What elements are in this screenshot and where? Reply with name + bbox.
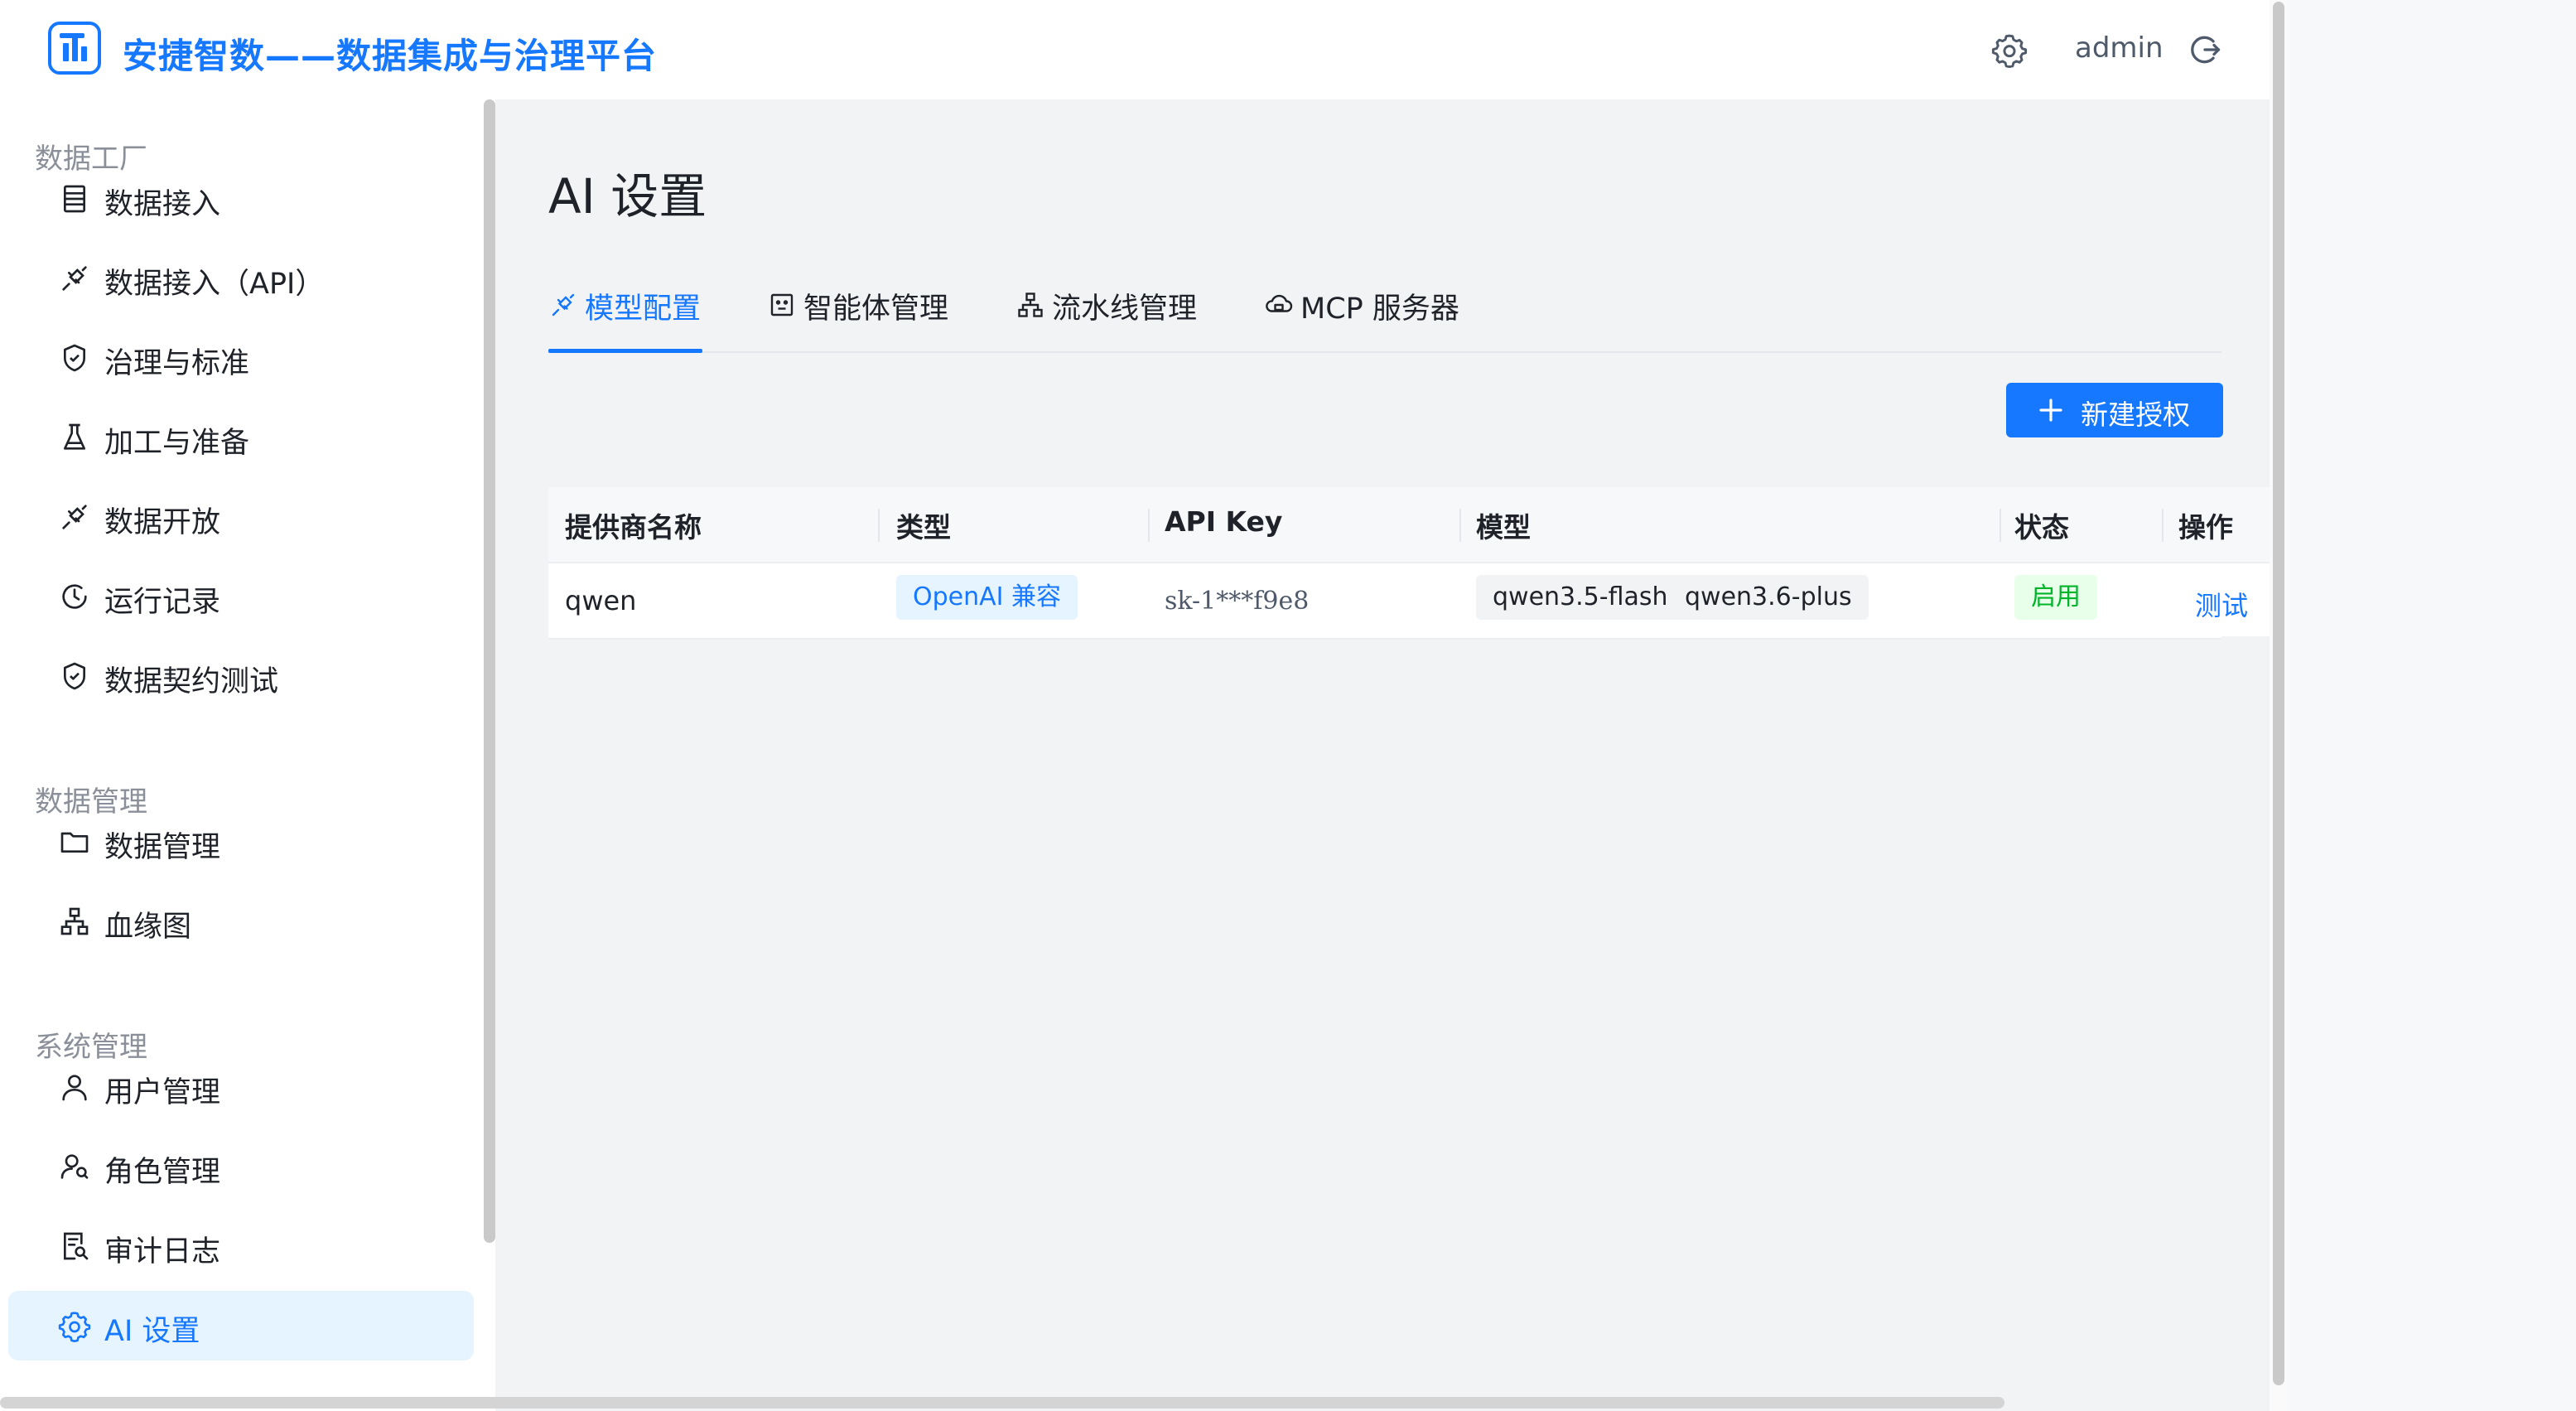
settings-tabs: 模型配置 智能体管理 流水线管理 MCP 服务器 xyxy=(548,282,2221,353)
flask-icon xyxy=(58,421,91,454)
sidebar-item-roles[interactable]: 角色管理 xyxy=(8,1132,474,1201)
api-key-value: sk-1***f9e8 xyxy=(1165,587,1310,616)
sidebar-scrollbar[interactable] xyxy=(484,99,495,1243)
model-tag: qwen3.6-plus xyxy=(1668,575,1869,620)
sidebar-item-run-history[interactable]: 运行记录 xyxy=(8,562,474,631)
robot-icon xyxy=(767,290,797,320)
table-row[interactable]: qwen OpenAI 兼容 sk-1***f9e8 qwen3.5-flash… xyxy=(548,563,2248,640)
column-header-api-key: API Key xyxy=(1165,505,1283,538)
sidebar-item-data-management[interactable]: 数据管理 xyxy=(8,807,474,877)
provider-name: qwen xyxy=(565,585,637,616)
tab-active-indicator xyxy=(548,349,702,353)
sidebar-item-lineage[interactable]: 血缘图 xyxy=(8,887,474,956)
shield-check-icon xyxy=(58,660,91,693)
sidebar-item-label: 角色管理 xyxy=(104,1156,221,1189)
username-label[interactable]: admin xyxy=(2075,31,2164,65)
model-tag: qwen3.5-flash xyxy=(1476,575,1685,620)
sidebar-item-users[interactable]: 用户管理 xyxy=(8,1052,474,1122)
status-badge: 启用 xyxy=(2014,575,2097,620)
api-plug-icon xyxy=(58,500,91,534)
window-gutter xyxy=(2289,0,2576,1411)
sidebar-item-label: 数据接入（API） xyxy=(104,268,325,301)
column-header-status: 状态 xyxy=(2014,511,2069,544)
folder-icon xyxy=(58,825,91,858)
sidebar-item-data-open[interactable]: 数据开放 xyxy=(8,482,474,552)
sidebar: 数据工厂 数据接入 数据接入（API） 治理与标准 加工与准备 数据开放 运行记… xyxy=(0,99,492,1411)
shield-check-icon xyxy=(58,341,91,374)
sidebar-item-label: 数据接入 xyxy=(104,188,221,221)
audit-icon xyxy=(58,1230,91,1263)
column-separator xyxy=(1148,509,1150,542)
clock-icon xyxy=(58,580,91,613)
sidebar-item-label: 治理与标准 xyxy=(104,347,250,380)
sidebar-item-label: 数据契约测试 xyxy=(104,665,279,698)
tab-label: 流水线管理 xyxy=(1052,292,1198,326)
new-authorization-label: 新建授权 xyxy=(2081,399,2190,431)
tab-pipeline-management[interactable]: 流水线管理 xyxy=(1015,282,1203,351)
app-window: 安捷智数——数据集成与治理平台 admin 数据工厂 数据接入 数据接入（API… xyxy=(0,0,2289,1411)
tab-agent-management[interactable]: 智能体管理 xyxy=(767,282,954,351)
column-separator xyxy=(2000,509,2001,542)
sidebar-item-label: 加工与准备 xyxy=(104,427,250,460)
sidebar-item-label: 审计日志 xyxy=(104,1235,221,1268)
horizontal-scrollbar[interactable] xyxy=(0,1397,2004,1409)
sidebar-item-governance[interactable]: 治理与标准 xyxy=(8,323,474,393)
api-plug-icon xyxy=(58,262,91,295)
sidebar-item-label: 运行记录 xyxy=(104,586,221,619)
new-authorization-button[interactable]: 新建授权 xyxy=(2006,383,2223,437)
pipeline-icon xyxy=(1015,290,1045,320)
sidebar-item-data-ingestion-api[interactable]: 数据接入（API） xyxy=(8,244,474,313)
sidebar-item-label: 血缘图 xyxy=(104,911,192,944)
sidebar-item-label: AI 设置 xyxy=(104,1315,200,1348)
tab-label: 模型配置 xyxy=(585,292,702,326)
sidebar-item-label: 数据开放 xyxy=(104,506,221,539)
tab-model-config[interactable]: 模型配置 xyxy=(548,282,702,353)
sidebar-item-processing[interactable]: 加工与准备 xyxy=(8,403,474,472)
plus-icon xyxy=(2038,397,2064,423)
sidebar-item-contract-test[interactable]: 数据契约测试 xyxy=(8,641,474,711)
app-title: 安捷智数——数据集成与治理平台 xyxy=(123,36,658,76)
column-header-actions: 操作 xyxy=(2178,511,2233,544)
users-icon xyxy=(58,1150,91,1183)
database-icon xyxy=(58,182,91,215)
provider-table: 提供商名称 类型 API Key 模型 状态 操作 qwen OpenAI 兼容… xyxy=(548,487,2271,640)
api-plug-icon xyxy=(548,290,578,320)
sidebar-item-audit-log[interactable]: 审计日志 xyxy=(8,1211,474,1281)
column-separator xyxy=(2162,509,2164,542)
column-separator xyxy=(878,509,880,542)
lineage-icon xyxy=(58,905,91,938)
gear-icon xyxy=(58,1309,91,1342)
cloud-server-icon xyxy=(1264,290,1294,320)
user-icon xyxy=(58,1070,91,1104)
tab-label: MCP 服务器 xyxy=(1300,292,1459,326)
top-header: 安捷智数——数据集成与治理平台 admin xyxy=(0,0,2289,99)
app-logo-icon xyxy=(48,22,101,75)
logout-icon[interactable] xyxy=(2187,31,2223,68)
sidebar-item-label: 用户管理 xyxy=(104,1076,221,1109)
sidebar-item-ai-settings[interactable]: AI 设置 xyxy=(8,1291,474,1360)
column-separator xyxy=(1459,509,1461,542)
sidebar-item-data-ingestion[interactable]: 数据接入 xyxy=(8,164,474,234)
column-header-provider: 提供商名称 xyxy=(565,511,702,544)
page-vertical-scrollbar[interactable] xyxy=(2273,2,2284,1385)
page-title: AI 设置 xyxy=(548,168,707,225)
column-header-models: 模型 xyxy=(1476,511,1531,544)
tab-mcp-servers[interactable]: MCP 服务器 xyxy=(1264,282,1463,351)
test-action-link[interactable]: 测试 xyxy=(2195,585,2248,623)
settings-gear-icon[interactable] xyxy=(1991,31,2028,68)
tab-label: 智能体管理 xyxy=(803,292,949,326)
type-tag: OpenAI 兼容 xyxy=(896,575,1078,620)
table-header: 提供商名称 类型 API Key 模型 状态 操作 xyxy=(548,487,2271,563)
sidebar-item-label: 数据管理 xyxy=(104,831,221,864)
column-header-type: 类型 xyxy=(896,511,951,544)
